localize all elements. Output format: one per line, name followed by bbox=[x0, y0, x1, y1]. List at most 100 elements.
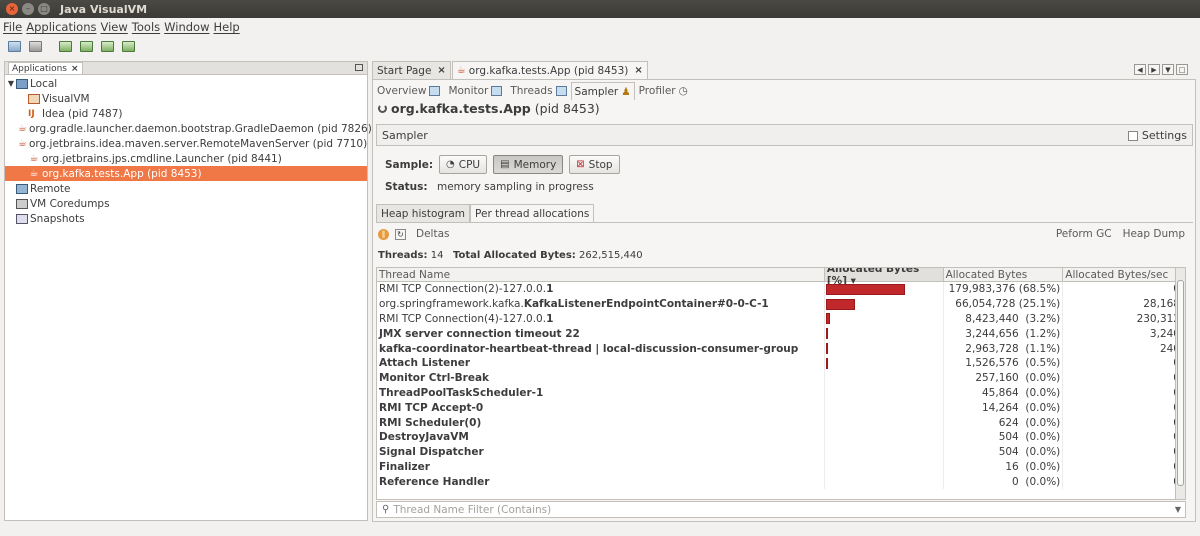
close-start-page-icon[interactable]: × bbox=[437, 65, 445, 76]
tree-node[interactable]: VM Coredumps bbox=[5, 196, 367, 211]
table-row[interactable]: RMI Scheduler(0) 624 (0.0%)0 bbox=[377, 415, 1185, 430]
table-row[interactable]: Monitor Ctrl-Break 257,160 (0.0%)0 bbox=[377, 370, 1185, 386]
menu-applications[interactable]: Applications bbox=[26, 20, 96, 34]
tree-node[interactable]: Snapshots bbox=[5, 211, 367, 226]
allocation-rate-cell: 0 bbox=[1063, 371, 1185, 386]
expand-arrow-icon[interactable]: ▼ bbox=[6, 79, 16, 88]
settings-toggle[interactable]: Settings bbox=[1127, 129, 1187, 142]
tree-node[interactable]: ▼ Local bbox=[5, 76, 367, 91]
col-allocated-rate[interactable]: Allocated Bytes/sec bbox=[1063, 268, 1185, 281]
java-icon: ☕ bbox=[29, 167, 39, 179]
allocation-rate-cell: 0 bbox=[1063, 430, 1185, 445]
tree-node[interactable]: ☕ org.jetbrains.idea.maven.server.RemoteM… bbox=[5, 136, 367, 151]
applications-tab[interactable]: Applications × bbox=[8, 62, 83, 74]
status-label: Status: bbox=[385, 181, 428, 193]
snapshot-icon bbox=[16, 213, 28, 224]
maximize-icon[interactable]: □ bbox=[1176, 64, 1188, 75]
tab-navigation: ◀ ▶ ▼ □ bbox=[1132, 64, 1188, 75]
menu-window[interactable]: Window bbox=[164, 20, 209, 34]
table-row[interactable]: DestroyJavaVM 504 (0.0%)0 bbox=[377, 429, 1185, 445]
table-row[interactable]: RMI TCP Connection(4)-127.0.0. 1 8,423,440… bbox=[377, 311, 1185, 327]
threads-icon bbox=[555, 86, 567, 96]
allocated-bytes-cell: 2,963,728 (1.1%) bbox=[944, 341, 1064, 356]
tree-node[interactable]: ☕ org.kafka.tests.App (pid 8453) bbox=[5, 166, 367, 181]
menu-tools[interactable]: Tools bbox=[132, 20, 160, 34]
table-row[interactable]: Finalizer 16 (0.0%)0 bbox=[377, 459, 1185, 475]
perform-gc-button[interactable]: Peform GC bbox=[1056, 228, 1112, 240]
table-row[interactable]: Reference Handler 0 (0.0%)0 bbox=[377, 474, 1185, 490]
open-snapshot-icon[interactable] bbox=[8, 40, 21, 52]
pause-icon[interactable]: ‖ bbox=[378, 228, 389, 240]
thread-name-cell: org.springframework.kafka. KafkaListenerE… bbox=[377, 296, 825, 312]
tree-node[interactable]: ☕ org.gradle.launcher.daemon.bootstrap.Gr… bbox=[5, 121, 372, 136]
sample-label: Sample: bbox=[385, 158, 434, 171]
tree-node[interactable]: Remote bbox=[5, 181, 367, 196]
deltas-toggle[interactable]: Deltas bbox=[416, 228, 449, 240]
idea-icon: IJ bbox=[28, 108, 35, 119]
allocation-rate-cell: 0 bbox=[1063, 282, 1185, 297]
menu-view[interactable]: View bbox=[101, 20, 128, 34]
subtab-monitor[interactable]: Monitor bbox=[444, 82, 506, 100]
java-icon: ☕ bbox=[18, 137, 27, 149]
table-row[interactable]: RMI TCP Connection(2)-127.0.0. 1 179,983,3… bbox=[377, 282, 1185, 297]
load-coredump-icon[interactable] bbox=[101, 40, 114, 52]
refresh-icon[interactable]: ↻ bbox=[395, 228, 406, 240]
maximize-window-button[interactable]: □ bbox=[38, 3, 50, 15]
remote-icon bbox=[16, 183, 28, 194]
add-remote-host-icon[interactable] bbox=[80, 40, 93, 52]
col-allocated-pct[interactable]: Allocated Bytes [%] ▾ bbox=[824, 268, 944, 287]
thread-filter-input[interactable]: ⚲ Thread Name Filter (Contains) ▼ bbox=[376, 501, 1186, 518]
sampler-section-title: Sampler bbox=[382, 128, 428, 142]
add-jmx-connection-icon[interactable] bbox=[59, 40, 72, 52]
tab-app[interactable]: ☕ org.kafka.tests.App (pid 8453) × bbox=[451, 61, 648, 79]
tree-node[interactable]: IJ Idea (pid 7487) bbox=[5, 106, 367, 121]
subtab-sampler[interactable]: Sampler ♟ bbox=[570, 82, 635, 100]
allocation-rate-cell: 0 bbox=[1063, 386, 1185, 401]
thread-name-cell: RMI Scheduler(0) bbox=[377, 415, 825, 430]
table-scrollbar[interactable] bbox=[1175, 268, 1185, 499]
minimize-panel-icon[interactable] bbox=[355, 64, 363, 71]
table-row[interactable]: JMX server connection timeout 22 3,244,65… bbox=[377, 326, 1185, 342]
subtab-threads[interactable]: Threads bbox=[506, 82, 570, 100]
close-applications-tab-icon[interactable]: × bbox=[71, 64, 79, 74]
scroll-left-icon[interactable]: ◀ bbox=[1134, 64, 1146, 75]
settings-label: Settings bbox=[1141, 129, 1187, 142]
heap-dump-button[interactable]: Heap Dump bbox=[1123, 228, 1185, 240]
menu-help[interactable]: Help bbox=[213, 20, 239, 34]
allocation-bar bbox=[825, 283, 905, 295]
tab-per-thread-allocations[interactable]: Per thread allocations bbox=[470, 204, 595, 222]
cpu-button-label: CPU bbox=[458, 158, 481, 171]
col-thread-name[interactable]: Thread Name bbox=[377, 268, 825, 281]
table-row[interactable]: ThreadPoolTaskScheduler-1 45,864 (0.0%)0 bbox=[377, 385, 1185, 401]
load-snapshot-icon[interactable] bbox=[122, 40, 135, 52]
applications-panel-header: Applications × bbox=[5, 62, 367, 75]
tree-node[interactable]: VisualVM bbox=[5, 91, 367, 106]
table-row[interactable]: Attach Listener 1,526,576 (0.5%)0 bbox=[377, 355, 1185, 371]
col-allocated-bytes[interactable]: Allocated Bytes bbox=[944, 268, 1064, 281]
tab-start-page[interactable]: Start Page × bbox=[372, 61, 451, 79]
cpu-button[interactable]: ◔ CPU bbox=[439, 155, 488, 174]
scroll-right-icon[interactable]: ▶ bbox=[1148, 64, 1160, 75]
stop-button[interactable]: ⊠ Stop bbox=[569, 155, 620, 174]
scrollbar-thumb[interactable] bbox=[1177, 280, 1184, 486]
table-row[interactable]: Signal Dispatcher 504 (0.0%)0 bbox=[377, 444, 1185, 460]
tab-list-icon[interactable]: ▼ bbox=[1162, 64, 1174, 75]
settings-checkbox[interactable] bbox=[1127, 130, 1138, 141]
allocation-bar-cell bbox=[825, 444, 944, 460]
tab-heap-histogram[interactable]: Heap histogram bbox=[376, 204, 471, 222]
window-title: Java VisualVM bbox=[60, 2, 148, 16]
save-icon[interactable] bbox=[29, 40, 42, 52]
allocation-bar bbox=[825, 357, 828, 369]
memory-button[interactable]: ▤ Memory bbox=[493, 155, 564, 174]
subtab-profiler[interactable]: Profiler ◷ bbox=[635, 82, 692, 100]
table-row[interactable]: kafka-coordinator-heartbeat-thread | loc… bbox=[377, 341, 1185, 356]
close-window-button[interactable]: × bbox=[6, 3, 18, 15]
subtab-overview[interactable]: Overview bbox=[373, 82, 444, 100]
filter-dropdown-icon[interactable]: ▼ bbox=[1175, 505, 1181, 514]
table-row[interactable]: RMI TCP Accept-0 14,264 (0.0%)0 bbox=[377, 400, 1185, 416]
minimize-window-button[interactable]: – bbox=[22, 3, 34, 15]
close-app-tab-icon[interactable]: × bbox=[634, 65, 642, 76]
menu-file[interactable]: File bbox=[3, 20, 22, 34]
table-row[interactable]: org.springframework.kafka. KafkaListenerE… bbox=[377, 296, 1185, 312]
tree-node[interactable]: ☕ org.jetbrains.jps.cmdline.Launcher (pid… bbox=[5, 151, 367, 166]
